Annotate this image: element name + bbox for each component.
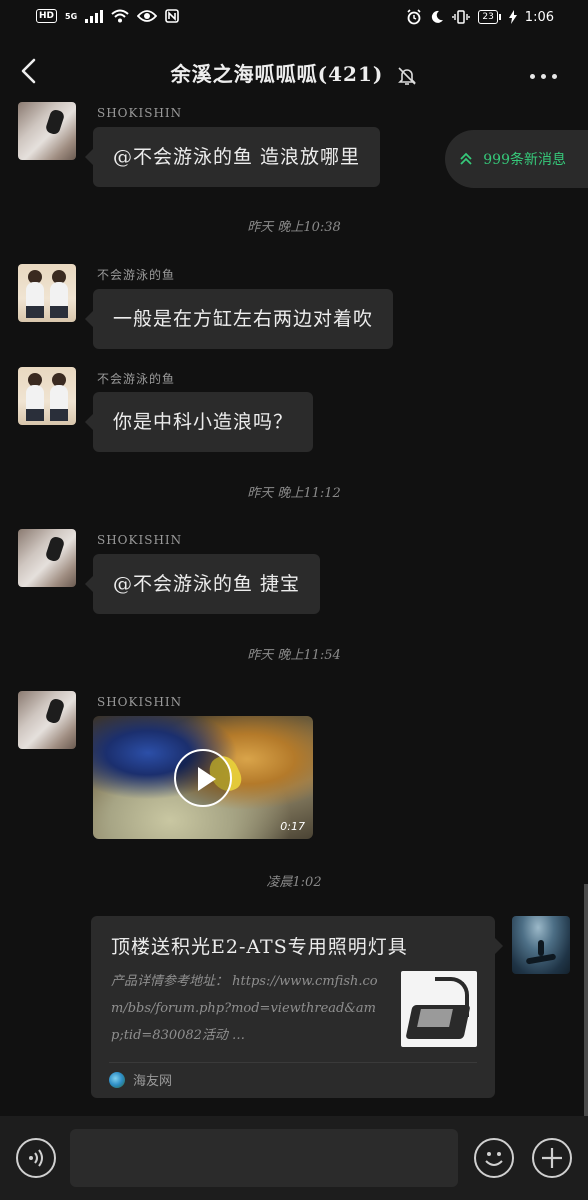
- avatar[interactable]: [18, 529, 76, 587]
- video-duration: 0:17: [280, 820, 305, 833]
- bell-muted-icon: [398, 66, 417, 85]
- sender-name: 不会游泳的鱼: [97, 372, 176, 386]
- network-type: 5G: [65, 11, 78, 21]
- timestamp: 凌晨1:02: [266, 875, 322, 890]
- sender-name: 不会游泳的鱼: [97, 268, 176, 282]
- battery-level: 23: [478, 10, 498, 24]
- link-card-source: 海友网: [109, 1070, 172, 1089]
- plus-sign-icon: [542, 1148, 562, 1168]
- charging-icon: [508, 10, 517, 24]
- wifi-icon: [111, 9, 129, 23]
- double-chevron-up-icon: [460, 152, 472, 165]
- vibrate-icon: [452, 10, 471, 24]
- battery-icon: 23: [478, 10, 501, 24]
- timestamp: 昨天 晚上11:54: [247, 648, 341, 663]
- new-messages-button[interactable]: 999条新消息: [445, 130, 588, 188]
- eye-icon: [137, 10, 158, 22]
- video-message[interactable]: 0:17: [93, 716, 313, 839]
- sender-name: SHOKISHIN: [97, 106, 183, 120]
- link-card-thumbnail: [401, 971, 477, 1047]
- alarm-icon: [407, 9, 421, 25]
- chat-header: 余溪之海呱呱呱(421): [0, 36, 588, 106]
- new-messages-label: 999条新消息: [483, 152, 566, 168]
- self-avatar[interactable]: [512, 916, 570, 974]
- link-card-description: 产品详情参考地址： https://www.cmfish.com/bbs/for…: [111, 974, 378, 1043]
- emoji-icon[interactable]: [474, 1138, 514, 1178]
- plus-icon[interactable]: [532, 1138, 572, 1178]
- avatar[interactable]: [18, 367, 76, 425]
- message-bubble[interactable]: 你是中科小造浪吗？: [84, 392, 314, 452]
- link-card-title: 顶楼送积光E2-ATS专用照明灯具: [111, 936, 408, 958]
- timestamp: 昨天 晚上10:38: [247, 220, 341, 235]
- voice-wave-icon: [29, 1149, 43, 1167]
- nfc-icon: [165, 9, 179, 23]
- chat-title-wrap: 余溪之海呱呱呱(421): [0, 58, 588, 87]
- message-bubble[interactable]: @不会游泳的鱼 捷宝: [84, 554, 321, 614]
- status-bar: HD 5G 23 1:06: [0, 0, 588, 36]
- smiley-face-icon: [485, 1152, 503, 1166]
- play-icon[interactable]: [174, 749, 232, 807]
- link-card-source-name: 海友网: [133, 1074, 173, 1089]
- scrollbar[interactable]: [584, 884, 588, 1118]
- site-logo-icon: [109, 1071, 125, 1088]
- input-bar: [0, 1116, 588, 1200]
- sender-name: SHOKISHIN: [97, 533, 183, 547]
- message-input[interactable]: [70, 1129, 458, 1187]
- message-bubble[interactable]: 一般是在方缸左右两边对着吹: [84, 289, 394, 349]
- avatar[interactable]: [18, 264, 76, 322]
- chat-title: 余溪之海呱呱呱(421): [170, 62, 384, 86]
- moon-icon: [432, 10, 444, 23]
- signal-icon: [85, 9, 104, 23]
- more-dots-icon[interactable]: [530, 64, 564, 79]
- sender-name: SHOKISHIN: [97, 695, 183, 709]
- avatar[interactable]: [18, 102, 76, 160]
- voice-icon[interactable]: [16, 1138, 56, 1178]
- divider: [109, 1062, 477, 1063]
- message-bubble[interactable]: @不会游泳的鱼 造浪放哪里: [84, 127, 381, 187]
- avatar[interactable]: [18, 691, 76, 749]
- hd-icon: HD: [36, 9, 58, 23]
- timestamp: 昨天 晚上11:12: [247, 486, 341, 501]
- chat-messages[interactable]: SHOKISHIN @不会游泳的鱼 造浪放哪里 999条新消息 昨天 晚上10:…: [0, 100, 588, 1118]
- clock: 1:06: [524, 9, 554, 25]
- link-card[interactable]: 顶楼送积光E2-ATS专用照明灯具 产品详情参考地址： https://www.…: [91, 916, 503, 1098]
